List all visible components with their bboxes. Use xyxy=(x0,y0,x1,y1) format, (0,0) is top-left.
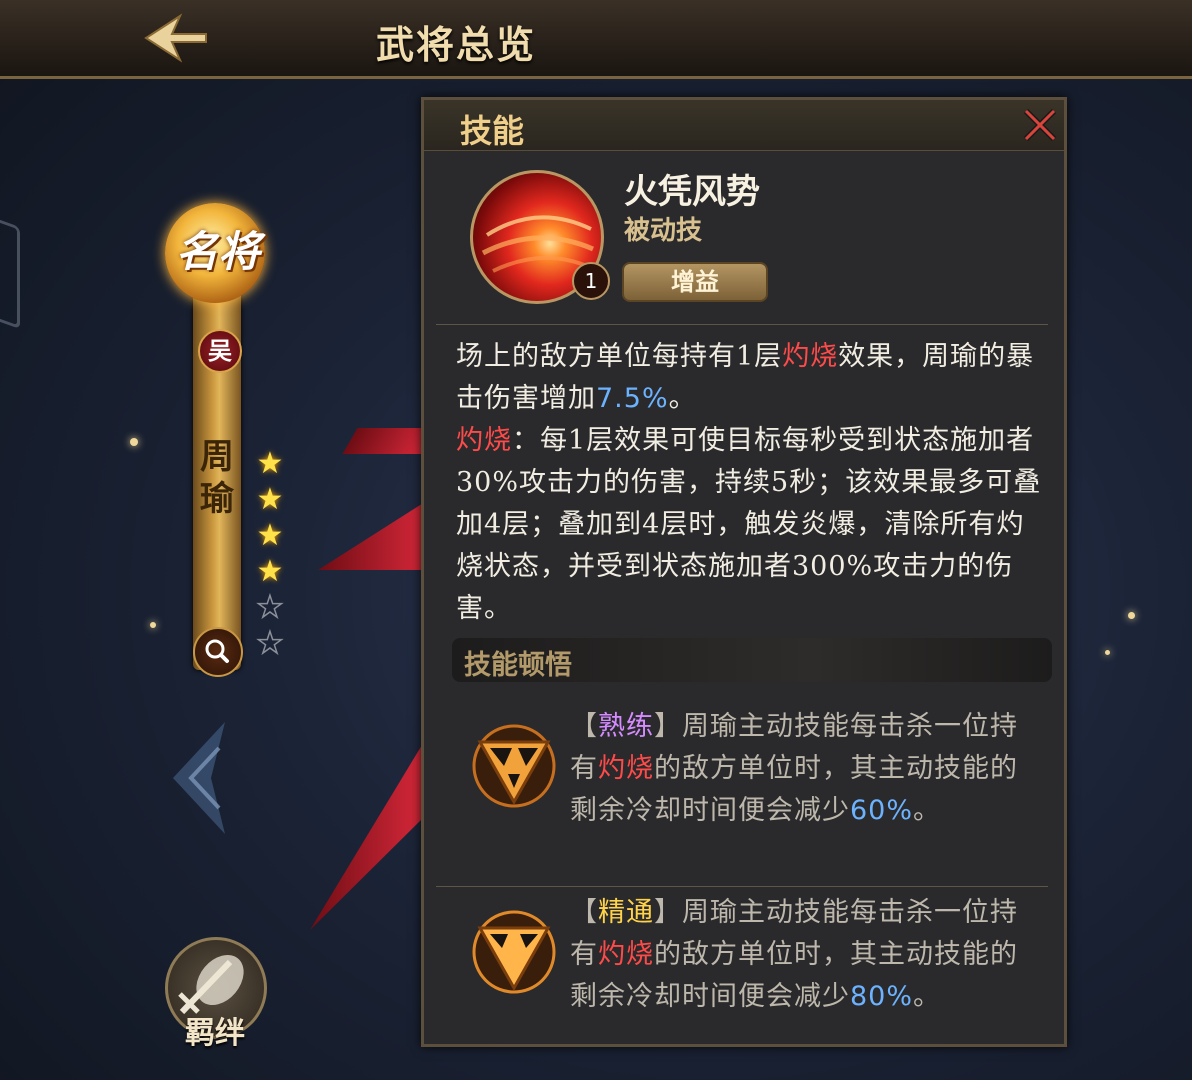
back-arrow-icon xyxy=(144,13,207,63)
rank-badge-label: 名将 xyxy=(175,227,260,276)
star-filled-icon: ★ xyxy=(256,554,284,589)
back-button[interactable] xyxy=(140,12,212,64)
burn-description: 灼烧：每1层效果可使目标每秒受到状态施加者30%攻击力的伤害，持续5秒；该效果最… xyxy=(456,420,1046,630)
divider xyxy=(436,324,1048,325)
skill-panel: 技能 1 火凭风势 被动技 增益 场上的敌方单位每持有1层灼烧效果，周瑜的暴击伤… xyxy=(421,97,1067,1047)
faction-badge: 吴 xyxy=(198,329,242,373)
keyword-burn: 灼烧 xyxy=(782,341,839,372)
red-streak-decoration xyxy=(310,740,425,930)
magnifier-icon xyxy=(205,639,229,663)
trait-desc: 。 xyxy=(913,981,942,1012)
trait-proficient-text: 【熟练】周瑜主动技能每击杀一位持有灼烧的敌方单位时，其主动技能的剩余冷却时间便会… xyxy=(570,706,1042,832)
panel-title: 技能 xyxy=(460,112,525,150)
trait-desc: 。 xyxy=(913,795,942,826)
page-title: 武将总览 xyxy=(376,22,537,67)
trait-label: 熟练 xyxy=(598,711,654,742)
trait-value: 60% xyxy=(850,795,914,826)
star-rating: ★ ★ ★ ★ ★ ★ xyxy=(255,446,285,662)
hero-name-char: 周 xyxy=(200,437,234,477)
sparkle-decoration xyxy=(1128,612,1135,619)
bracket: 】 xyxy=(654,897,682,928)
skill-level-badge: 1 xyxy=(572,262,610,300)
top-bar: 武将总览 xyxy=(0,0,1192,79)
desc-text: 。 xyxy=(668,383,697,414)
star-filled-icon: ★ xyxy=(256,446,284,481)
keyword-burn: 灼烧 xyxy=(456,425,512,456)
star-filled-icon: ★ xyxy=(256,482,284,517)
skill-type: 被动技 xyxy=(624,216,703,246)
side-frame-decoration xyxy=(0,208,20,330)
close-icon xyxy=(1023,108,1057,142)
bond-label: 羁绊 xyxy=(185,1016,245,1051)
skill-tag: 增益 xyxy=(622,262,768,302)
desc-value: 7.5% xyxy=(596,383,669,414)
hero-name-char: 瑜 xyxy=(200,479,234,519)
hero-name: 周 瑜 xyxy=(196,436,238,520)
previous-hero-button[interactable] xyxy=(165,718,235,838)
sparkle-decoration xyxy=(150,622,156,628)
close-button[interactable] xyxy=(1020,105,1060,145)
bracket: 】 xyxy=(654,711,682,742)
skill-description: 场上的敌方单位每持有1层灼烧效果，周瑜的暴击伤害增加7.5%。 xyxy=(456,336,1046,420)
chevron-left-icon xyxy=(173,722,225,834)
red-streak-decoration xyxy=(318,500,428,570)
star-filled-icon: ★ xyxy=(256,518,284,553)
panel-header: 技能 xyxy=(424,100,1064,151)
desc-text: 场上的敌方单位每持有1层 xyxy=(456,341,783,372)
keyword-burn: 灼烧 xyxy=(598,753,654,784)
keyword-burn: 灼烧 xyxy=(598,939,654,970)
bracket: 【 xyxy=(570,711,598,742)
sparkle-decoration xyxy=(130,438,138,446)
desc-text: ：每1层效果可使目标每秒受到状态施加者30%攻击力的伤害，持续5秒；该效果最多可… xyxy=(456,425,1042,624)
trait-proficient-icon xyxy=(468,720,560,812)
trait-label: 精通 xyxy=(598,897,654,928)
sparkle-decoration xyxy=(1105,650,1110,655)
star-empty-icon: ★ xyxy=(256,625,284,662)
zoom-button[interactable] xyxy=(193,627,243,677)
trait-mastery-text: 【精通】周瑜主动技能每击杀一位持有灼烧的敌方单位时，其主动技能的剩余冷却时间便会… xyxy=(570,892,1042,1018)
bracket: 【 xyxy=(570,897,598,928)
insight-title: 技能顿悟 xyxy=(464,650,572,681)
trait-value: 80% xyxy=(850,981,914,1012)
skill-name: 火凭风势 xyxy=(624,172,760,212)
trait-mastery-icon xyxy=(468,906,560,998)
divider xyxy=(436,886,1048,887)
star-empty-icon: ★ xyxy=(256,589,284,626)
